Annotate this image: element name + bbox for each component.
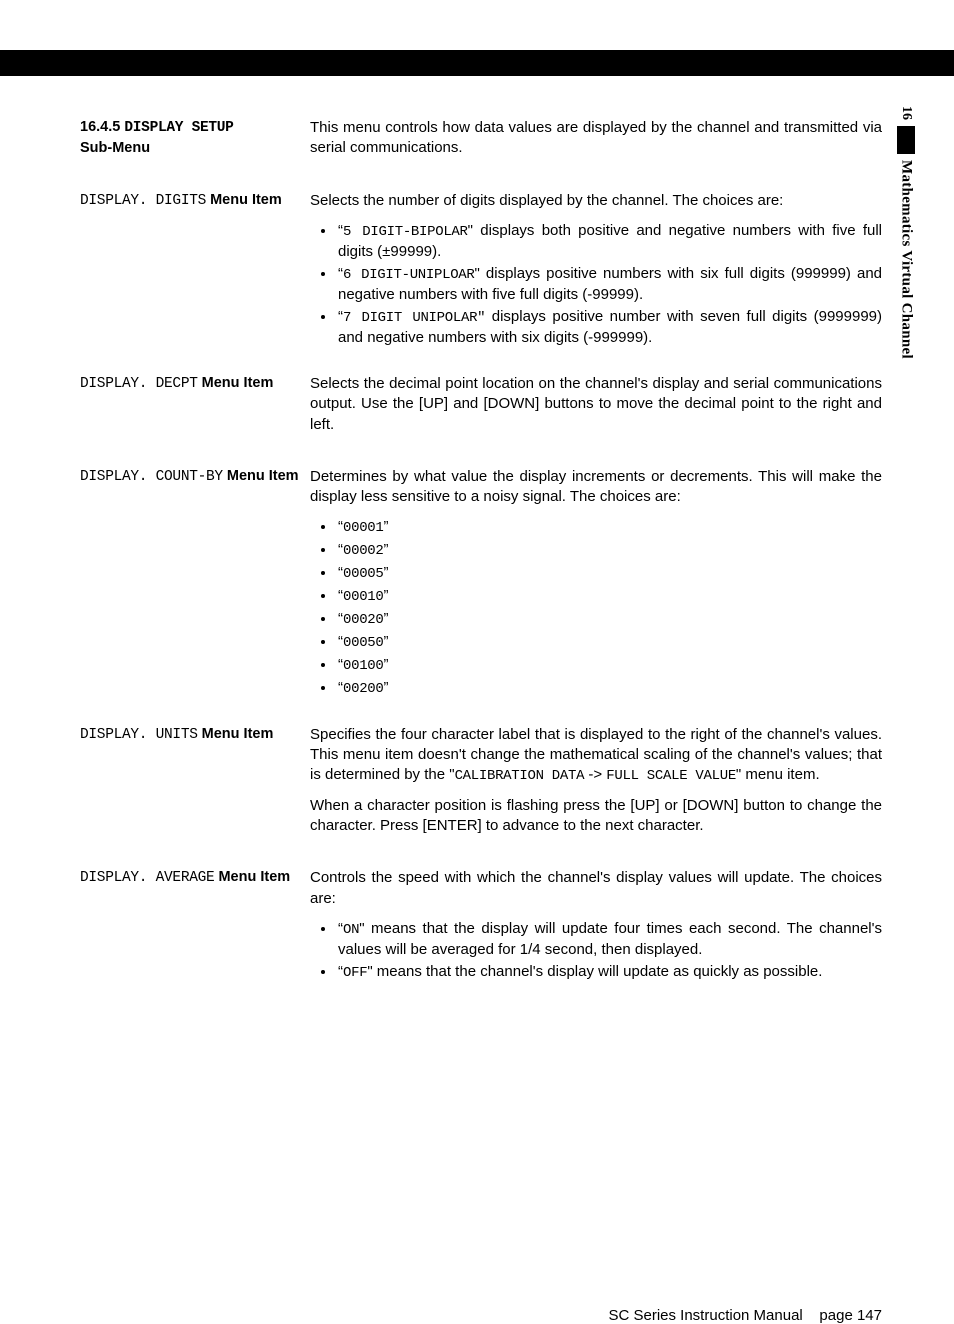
countby-opt: 00010 — [343, 589, 384, 605]
section-intro: This menu controls how data values are d… — [310, 118, 882, 169]
units-p1-mid: -> — [584, 766, 606, 783]
decpt-label-lcd: DISPLAY. DECPT — [80, 376, 198, 392]
list-item: “7 DIGIT UNIPOLAR" displays positive num… — [336, 307, 882, 348]
average-opt1-tail: " means that the display will update fou… — [338, 920, 882, 958]
average-lead: Controls the speed with which the channe… — [310, 868, 882, 909]
digits-lead: Selects the number of digits displayed b… — [310, 191, 882, 211]
decpt-text: Selects the decimal point location on th… — [310, 374, 882, 435]
countby-opt: 00001 — [343, 520, 384, 536]
average-label-lcd: DISPLAY. AVERAGE — [80, 870, 214, 886]
list-item: “00100” — [336, 655, 882, 676]
list-item: “6 DIGIT-UNIPLOAR" displays positive num… — [336, 264, 882, 305]
countby-opt: 00100 — [343, 658, 384, 674]
header-bar — [0, 50, 954, 76]
decpt-label-tail: Menu Item — [202, 375, 274, 391]
item-units-body: Specifies the four character label that … — [310, 725, 882, 847]
section-title-tail: Sub-Menu — [80, 140, 150, 156]
list-item: “00020” — [336, 609, 882, 630]
section-heading-row: 16.4.5 DISPLAY SETUP Sub-Menu This menu … — [80, 118, 882, 169]
section-intro-text: This menu controls how data values are d… — [310, 118, 882, 159]
average-label-tail: Menu Item — [218, 869, 290, 885]
chapter-number: 16 — [898, 106, 914, 120]
page: 16 Mathematics Virtual Channel 16.4.5 DI… — [0, 50, 954, 1324]
units-p1-code2: FULL SCALE VALUE — [606, 768, 736, 784]
average-list: “ON" means that the display will update … — [310, 919, 882, 983]
digits-opt3-code: 7 DIGIT UNIPOLAR" — [343, 310, 485, 326]
list-item: “OFF" means that the channel's display w… — [336, 962, 882, 983]
section-heading-label: 16.4.5 DISPLAY SETUP Sub-Menu — [80, 118, 310, 169]
item-digits-body: Selects the number of digits displayed b… — [310, 191, 882, 353]
countby-list: “00001” “00002” “00005” “00010” “00020” … — [310, 517, 882, 698]
item-countby-label: DISPLAY. COUNT-BY Menu Item — [80, 467, 310, 703]
digits-opt1-code: 5 DIGIT-BIPOLAR — [343, 224, 468, 240]
item-digits-label: DISPLAY. DIGITS Menu Item — [80, 191, 310, 353]
section-number: 16.4.5 — [80, 119, 120, 135]
item-units-label: DISPLAY. UNITS Menu Item — [80, 725, 310, 847]
list-item: “00200” — [336, 678, 882, 699]
digits-label-tail: Menu Item — [210, 192, 282, 208]
list-item: “00002” — [336, 540, 882, 561]
item-average-body: Controls the speed with which the channe… — [310, 868, 882, 987]
footer-manual: SC Series Instruction Manual — [608, 1307, 802, 1324]
units-p2: When a character position is flashing pr… — [310, 796, 882, 837]
item-decpt: DISPLAY. DECPT Menu Item Selects the dec… — [80, 374, 882, 445]
countby-opt: 00050 — [343, 635, 384, 651]
digits-opt2-code: 6 DIGIT-UNIPLOAR — [343, 267, 475, 283]
chapter-name: Mathematics Virtual Channel — [898, 160, 915, 359]
item-decpt-body: Selects the decimal point location on th… — [310, 374, 882, 445]
countby-opt: 00200 — [343, 681, 384, 697]
list-item: “00001” — [336, 517, 882, 538]
list-item: “5 DIGIT-BIPOLAR" displays both positive… — [336, 221, 882, 262]
item-countby: DISPLAY. COUNT-BY Menu Item Determines b… — [80, 467, 882, 703]
list-item: “ON" means that the display will update … — [336, 919, 882, 960]
list-item: “00010” — [336, 586, 882, 607]
item-decpt-label: DISPLAY. DECPT Menu Item — [80, 374, 310, 445]
countby-label-lcd: DISPLAY. COUNT-BY — [80, 469, 223, 485]
item-digits: DISPLAY. DIGITS Menu Item Selects the nu… — [80, 191, 882, 353]
list-item: “00050” — [336, 632, 882, 653]
countby-opt: 00002 — [343, 543, 384, 559]
footer: SC Series Instruction Manual page 147 — [0, 1307, 882, 1324]
item-countby-body: Determines by what value the display inc… — [310, 467, 882, 703]
item-units: DISPLAY. UNITS Menu Item Specifies the f… — [80, 725, 882, 847]
average-opt2-code: OFF — [343, 965, 367, 981]
units-label-tail: Menu Item — [202, 726, 274, 742]
side-column: 16 Mathematics Virtual Channel — [886, 106, 926, 359]
content: 16.4.5 DISPLAY SETUP Sub-Menu This menu … — [80, 118, 882, 987]
countby-opt: 00020 — [343, 612, 384, 628]
digits-list: “5 DIGIT-BIPOLAR" displays both positive… — [310, 221, 882, 348]
list-item: “00005” — [336, 563, 882, 584]
units-p1-code1: CALIBRATION DATA — [455, 768, 585, 784]
countby-label-tail: Menu Item — [227, 468, 299, 484]
countby-opt: 00005 — [343, 566, 384, 582]
average-opt1-code: ON — [343, 922, 359, 938]
units-p1-post: " menu item. — [736, 766, 820, 783]
chapter-marker — [897, 126, 915, 154]
units-p1: Specifies the four character label that … — [310, 725, 882, 786]
section-title-lcd: DISPLAY SETUP — [124, 120, 233, 136]
digits-label-lcd: DISPLAY. DIGITS — [80, 193, 206, 209]
average-opt2-tail: " means that the channel's display will … — [367, 963, 822, 980]
item-average-label: DISPLAY. AVERAGE Menu Item — [80, 868, 310, 987]
countby-lead: Determines by what value the display inc… — [310, 467, 882, 508]
units-label-lcd: DISPLAY. UNITS — [80, 727, 198, 743]
footer-page: page 147 — [819, 1307, 882, 1324]
item-average: DISPLAY. AVERAGE Menu Item Controls the … — [80, 868, 882, 987]
